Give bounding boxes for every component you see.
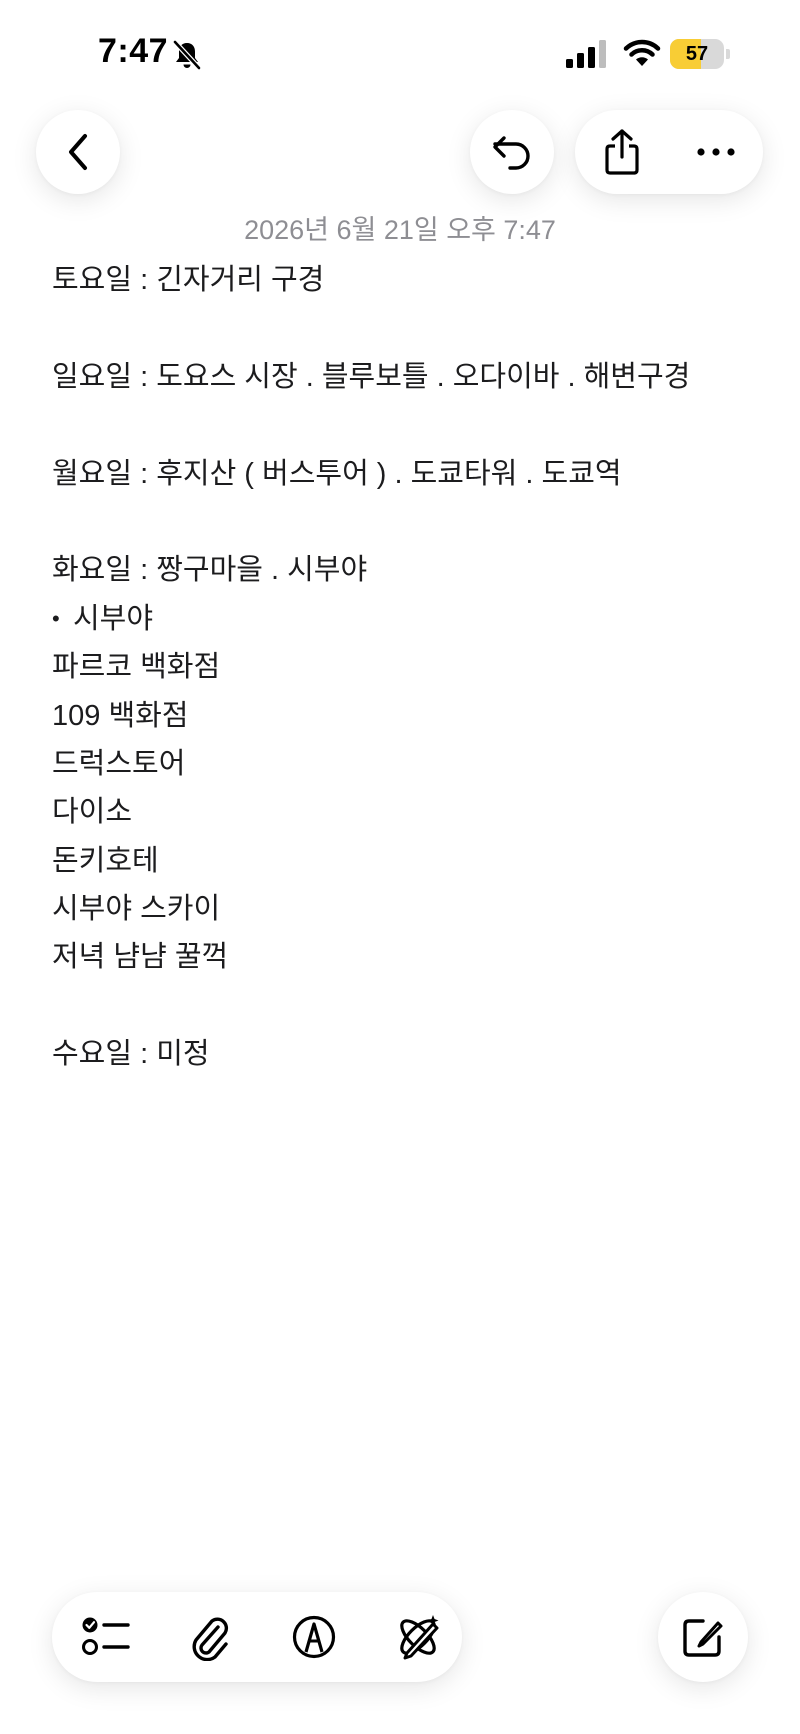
- note-bullet-item: • 시부야: [52, 595, 752, 643]
- note-line-text: 저녁 냠냠 꿀꺽: [52, 941, 229, 974]
- more-button[interactable]: [669, 110, 763, 194]
- note-line: 다이소: [52, 788, 752, 836]
- note-blank-line: [52, 498, 752, 546]
- note-blank-line: [52, 401, 752, 449]
- bullet-marker: •: [52, 605, 60, 631]
- battery-level: 57: [685, 43, 709, 65]
- writing-tools-button[interactable]: [372, 1592, 464, 1682]
- undo-button[interactable]: [470, 110, 554, 194]
- note-line: 토요일 : 긴자거리 구경: [52, 256, 752, 304]
- checklist-button[interactable]: [60, 1592, 152, 1682]
- share-more-group: [575, 110, 763, 194]
- compose-icon: [683, 1619, 723, 1657]
- note-line-text: 다이소: [52, 796, 133, 829]
- note-date: 2026년 6월 21일 오후 7:47: [244, 215, 556, 245]
- note-body[interactable]: 토요일 : 긴자거리 구경일요일 : 도요스 시장 . 블루보틀 . 오다이바 …: [52, 256, 752, 1079]
- markup-button[interactable]: [268, 1592, 360, 1682]
- note-blank-line: [52, 304, 752, 352]
- status-time: 7:47: [98, 32, 169, 70]
- bell-slash-icon: [173, 40, 201, 70]
- note-line-text: 109 백화점: [52, 699, 189, 732]
- back-button[interactable]: [36, 110, 120, 194]
- note-line: 시부야 스카이: [52, 885, 752, 933]
- compose-button[interactable]: [658, 1592, 748, 1682]
- note-line-text: 토요일 : 긴자거리 구경: [52, 264, 325, 296]
- note-line: 월요일 : 후지산 ( 버스투어 ) . 도쿄타워 . 도쿄역: [52, 450, 752, 498]
- note-line-text: 일요일 : 도요스 시장 . 블루보틀 . 오다이바 . 해변구경: [52, 360, 691, 393]
- ellipsis-icon: [697, 148, 735, 156]
- note-line-text: 드럭스토어: [52, 747, 186, 780]
- cellular-signal-icon: [566, 40, 606, 68]
- note-line: 파르코 백화점: [52, 643, 752, 691]
- note-line-text: 월요일 : 후지산 ( 버스투어 ) . 도쿄타워 . 도쿄역: [52, 457, 622, 490]
- paperclip-icon: [192, 1617, 229, 1661]
- note-line: 돈키호테: [52, 837, 752, 885]
- note-line-text: 화요일 : 짱구마을 . 시부야: [52, 554, 368, 587]
- note-line: 109 백화점: [52, 692, 752, 740]
- note-line-text: 시부야: [73, 602, 154, 635]
- note-line-text: 수요일 : 미정: [52, 1038, 210, 1071]
- note-line: 수요일 : 미정: [52, 1030, 752, 1078]
- attachment-button[interactable]: [164, 1592, 256, 1682]
- markup-pen-icon: [292, 1615, 336, 1659]
- note-line: 화요일 : 짱구마을 . 시부야: [52, 546, 752, 594]
- bottom-toolbar: [52, 1592, 462, 1682]
- note-line-text: 시부야 스카이: [52, 893, 221, 926]
- share-icon: [605, 129, 639, 175]
- wifi-icon: [623, 39, 661, 66]
- checklist-icon: [82, 1617, 130, 1655]
- status-bar: 7:47 57: [0, 0, 800, 100]
- chevron-left-icon: [69, 134, 87, 170]
- note-blank-line: [52, 982, 752, 1030]
- writing-tools-icon: [400, 1615, 439, 1660]
- undo-icon: [493, 136, 530, 170]
- note-line: 저녁 냠냠 꿀꺽: [52, 933, 752, 981]
- note-line: 일요일 : 도요스 시장 . 블루보틀 . 오다이바 . 해변구경: [52, 353, 752, 401]
- note-line: 드럭스토어: [52, 740, 752, 788]
- share-button[interactable]: [575, 110, 669, 194]
- note-line-text: 돈키호테: [52, 844, 159, 877]
- battery-icon: 57: [670, 39, 730, 69]
- note-line-text: 파르코 백화점: [52, 651, 221, 684]
